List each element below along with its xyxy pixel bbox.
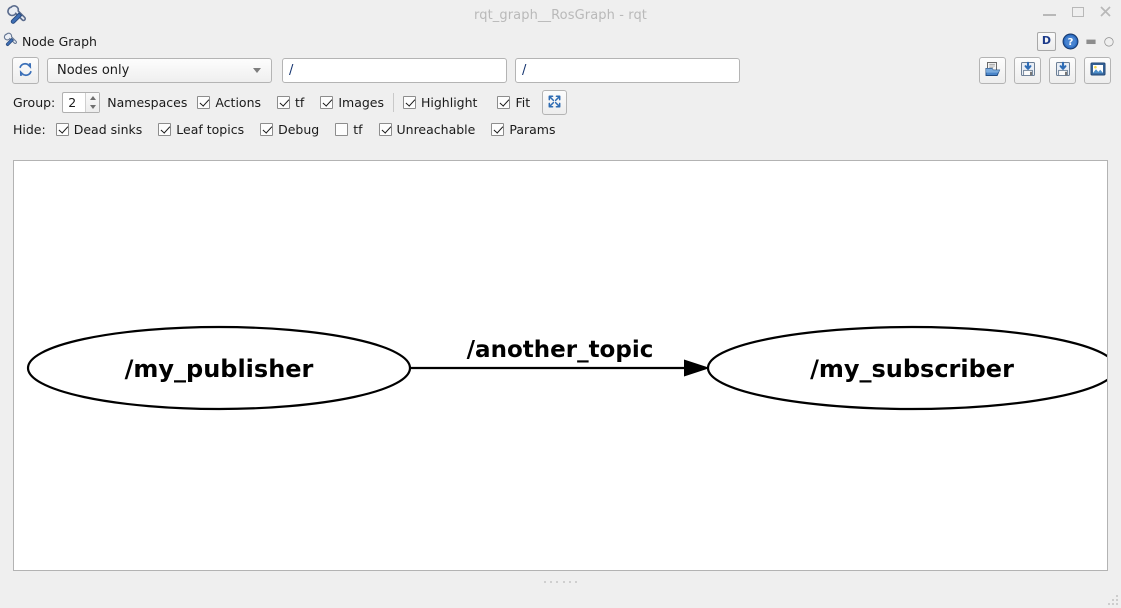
graph-node-label-publisher: /my_publisher <box>125 355 314 383</box>
window-title-bar: rqt_graph__RosGraph - rqt <box>0 0 1121 30</box>
checkbox-actions-label: Actions <box>215 95 262 110</box>
save-svg-icon <box>1054 60 1072 81</box>
topic-filter-input[interactable]: / <box>515 58 740 83</box>
minimize-button[interactable] <box>1042 4 1057 19</box>
checkbox-images-label: Images <box>338 95 384 110</box>
dock-float-button[interactable]: ▬ <box>1085 33 1097 50</box>
save-svg-button[interactable] <box>1049 57 1076 84</box>
load-dot-button[interactable] <box>979 57 1006 84</box>
spinbox-down-icon[interactable] <box>89 105 96 110</box>
help-question-icon[interactable]: ? <box>1062 33 1079 50</box>
maximize-button[interactable] <box>1070 4 1085 19</box>
checkbox-debug[interactable]: Debug <box>260 122 319 137</box>
group-spinbox-arrows[interactable] <box>85 93 100 112</box>
open-folder-icon <box>984 60 1002 81</box>
hide-label: Hide: <box>13 122 46 137</box>
graph-type-combo[interactable]: Nodes only <box>47 58 272 83</box>
chevron-down-icon <box>253 68 261 73</box>
checkbox-params-label: Params <box>509 122 556 137</box>
checkbox-leaf-topics-box[interactable] <box>158 123 172 136</box>
window-title: rqt_graph__RosGraph - rqt <box>474 7 647 23</box>
checkbox-debug-label: Debug <box>278 122 320 137</box>
resize-grip[interactable] <box>1104 591 1118 605</box>
save-image-button[interactable] <box>1084 57 1111 84</box>
graph-node-my-publisher[interactable]: /my_publisher <box>26 325 412 411</box>
graph-node-my-subscriber[interactable]: /my_subscriber <box>706 325 1107 411</box>
fit-in-view-icon <box>547 94 562 112</box>
checkbox-tf-box[interactable] <box>277 96 291 109</box>
save-image-icon <box>1089 60 1107 81</box>
checkbox-params[interactable]: Params <box>491 122 555 137</box>
checkbox-fit-box[interactable] <box>497 96 511 109</box>
toolbar-separator <box>393 93 394 112</box>
checkbox-leaf-topics-label: Leaf topics <box>176 122 245 137</box>
checkbox-hide-tf-box[interactable] <box>335 123 349 136</box>
save-dot-icon <box>1019 60 1037 81</box>
checkbox-dead-sinks[interactable]: Dead sinks <box>55 122 143 137</box>
dock-widget-title: Node Graph <box>22 34 97 49</box>
checkbox-dead-sinks-box[interactable] <box>55 123 69 136</box>
checkbox-debug-box[interactable] <box>260 123 274 136</box>
hide-options-row: Hide: Dead sinks Leaf topics Debug tf Un… <box>0 117 1121 142</box>
window-controls <box>1042 4 1113 19</box>
checkbox-highlight[interactable]: Highlight <box>403 95 477 110</box>
checkbox-leaf-topics[interactable]: Leaf topics <box>158 122 244 137</box>
group-label: Group: <box>13 95 56 110</box>
checkbox-unreachable[interactable]: Unreachable <box>378 122 476 137</box>
checkbox-unreachable-label: Unreachable <box>396 122 476 137</box>
window-bottom-area <box>0 572 1121 608</box>
close-icon[interactable] <box>1098 4 1113 19</box>
namespaces-label: Namespaces <box>107 95 188 110</box>
checkbox-params-box[interactable] <box>491 123 505 136</box>
svg-text:?: ? <box>1068 37 1074 48</box>
dock-widget-header: Node Graph D ? ▬ ○ <box>0 30 1121 53</box>
graph-edge-another-topic[interactable]: /another_topic <box>411 337 710 377</box>
checkbox-tf-label: tf <box>295 95 305 110</box>
fit-in-view-button[interactable] <box>542 90 568 115</box>
ros-graph-canvas[interactable]: /another_topic /my_publisher /my_subscri… <box>13 160 1108 571</box>
graph-edge-label: /another_topic <box>467 337 654 363</box>
group-spinbox[interactable]: 2 <box>62 92 101 113</box>
graph-toolbar: Nodes only / / <box>0 53 1121 88</box>
checkbox-highlight-box[interactable] <box>403 96 416 109</box>
checkbox-dead-sinks-label: Dead sinks <box>73 122 143 137</box>
namespace-filter-input[interactable]: / <box>282 58 507 83</box>
graph-type-combo-value: Nodes only <box>57 63 130 78</box>
screwdriver-wrench-icon <box>5 3 31 29</box>
refresh-arrows-icon <box>17 61 34 81</box>
checkbox-actions-box[interactable] <box>197 96 211 109</box>
checkbox-unreachable-box[interactable] <box>378 123 392 136</box>
dock-close-button[interactable]: ○ <box>1103 33 1115 50</box>
group-options-row: Group: 2 Namespaces Actions tf Images Hi… <box>0 90 1121 115</box>
spinbox-up-icon[interactable] <box>89 95 96 100</box>
export-buttons-group <box>979 57 1111 84</box>
checkbox-fit-label: Fit <box>515 95 531 110</box>
checkbox-highlight-label: Highlight <box>421 95 478 110</box>
graph-node-label-subscriber: /my_subscriber <box>810 355 1014 383</box>
checkbox-images[interactable]: Images <box>320 95 384 110</box>
group-spinbox-value: 2 <box>68 95 77 110</box>
dock-screwdriver-wrench-icon <box>3 32 20 52</box>
checkbox-tf[interactable]: tf <box>277 95 304 110</box>
save-dot-button[interactable] <box>1014 57 1041 84</box>
refresh-button[interactable] <box>12 57 39 84</box>
checkbox-images-box[interactable] <box>320 96 334 109</box>
checkbox-actions[interactable]: Actions <box>197 95 261 110</box>
checkbox-hide-tf[interactable]: tf <box>335 122 363 137</box>
checkbox-fit[interactable]: Fit <box>497 95 530 110</box>
splitter-handle[interactable] <box>543 581 578 585</box>
checkbox-hide-tf-label: tf <box>353 122 363 137</box>
ros-graph-svg[interactable]: /another_topic /my_publisher /my_subscri… <box>14 161 1107 570</box>
dock-d-button[interactable]: D <box>1037 32 1056 51</box>
